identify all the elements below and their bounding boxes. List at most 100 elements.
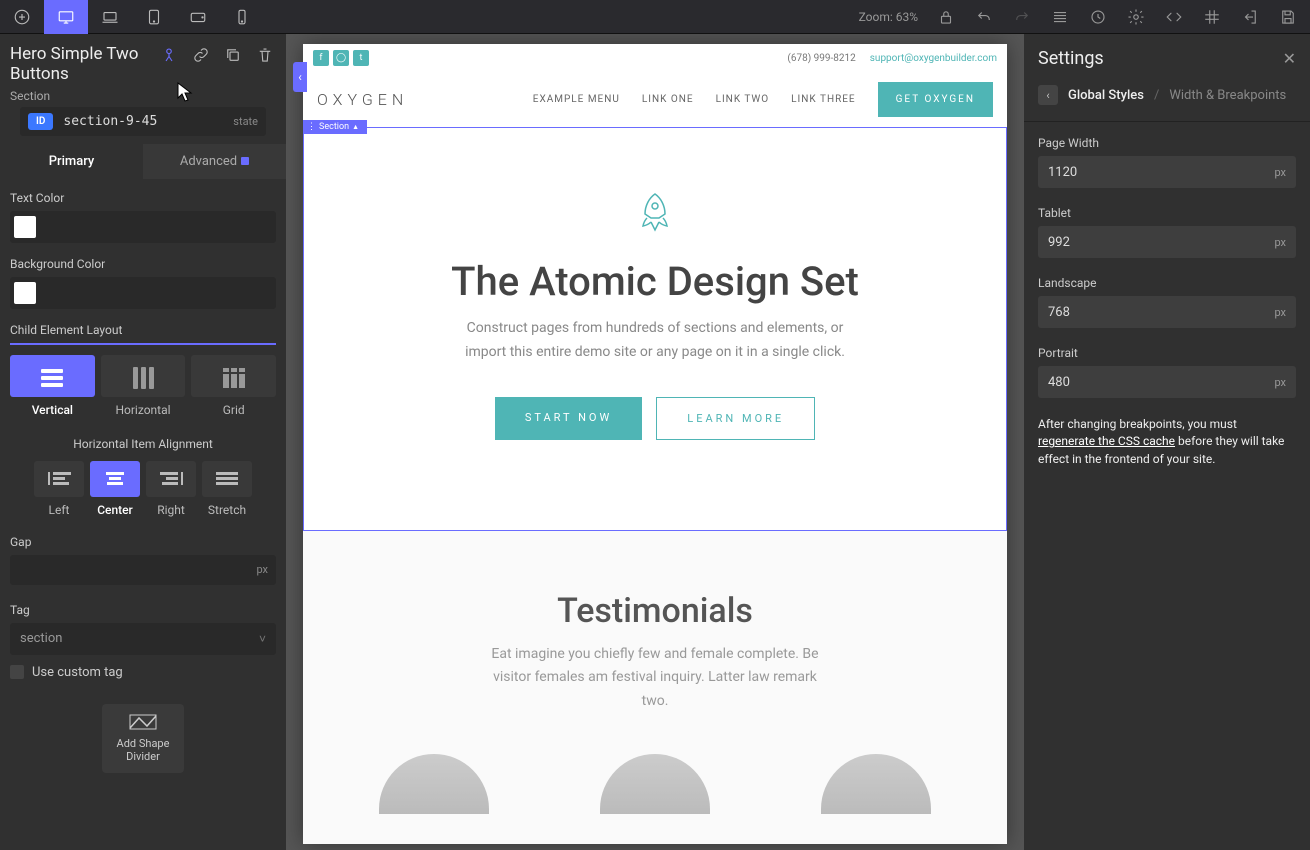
redo-icon[interactable]	[1012, 7, 1032, 27]
text-color-label: Text Color	[10, 191, 276, 205]
delete-icon[interactable]	[254, 44, 276, 66]
canvas-area[interactable]: ‹ f ◯ t (678) 999-8212 support@oxygenbui…	[286, 34, 1024, 850]
layout-grid-button[interactable]	[191, 355, 276, 397]
testimonials-title[interactable]: Testimonials	[323, 591, 987, 631]
link-icon[interactable]	[190, 44, 212, 66]
bg-color-input[interactable]	[10, 277, 276, 309]
landscape-label: Landscape	[1038, 276, 1296, 290]
tablet-landscape-view-button[interactable]	[176, 0, 220, 34]
grid-icon[interactable]	[1202, 7, 1222, 27]
portrait-input[interactable]: 480px	[1038, 366, 1296, 398]
align-center-label: Center	[90, 503, 140, 517]
id-badge: ID	[28, 113, 53, 130]
code-icon[interactable]	[1164, 7, 1184, 27]
tablet-label: Tablet	[1038, 206, 1296, 220]
bg-color-label: Background Color	[10, 257, 276, 271]
avatar[interactable]	[600, 754, 710, 814]
undo-icon[interactable]	[974, 7, 994, 27]
testimonials-description[interactable]: Eat imagine you chiefly few and female c…	[485, 643, 825, 714]
gap-label: Gap	[10, 535, 276, 549]
tab-advanced[interactable]: Advanced	[143, 144, 286, 179]
settings-title: Settings	[1038, 48, 1104, 69]
desktop-view-button[interactable]	[44, 0, 88, 34]
left-panel: Hero Simple Two Buttons Section ID secti…	[0, 34, 286, 850]
tablet-view-button[interactable]	[132, 0, 176, 34]
align-right-button[interactable]	[146, 461, 196, 497]
align-right-label: Right	[146, 503, 196, 517]
breadcrumb-root[interactable]: Global Styles	[1068, 88, 1144, 103]
align-stretch-button[interactable]	[202, 461, 252, 497]
close-icon[interactable]: ✕	[1283, 49, 1296, 68]
text-color-input[interactable]	[10, 211, 276, 243]
hero-title[interactable]: The Atomic Design Set	[324, 258, 986, 305]
settings-icon[interactable]	[1126, 7, 1146, 27]
element-title: Hero Simple Two Buttons	[10, 44, 158, 85]
tab-primary[interactable]: Primary	[0, 144, 143, 179]
nav-link-3[interactable]: LINK THREE	[791, 94, 855, 105]
nav-link-1[interactable]: LINK ONE	[642, 94, 694, 105]
facebook-icon[interactable]: f	[313, 50, 329, 66]
selector-input[interactable]: ID section-9-45 state	[20, 107, 266, 136]
testimonials-section[interactable]: Testimonials Eat imagine you chiefly few…	[303, 531, 1007, 844]
save-icon[interactable]	[1278, 7, 1298, 27]
cta-button[interactable]: GET OXYGEN	[878, 82, 993, 117]
preview-topbar: f ◯ t (678) 999-8212 support@oxygenbuild…	[303, 44, 1007, 72]
rocket-icon	[324, 188, 986, 246]
logo[interactable]: OXYGEN	[317, 90, 408, 109]
history-icon[interactable]	[1088, 7, 1108, 27]
add-shape-divider-button[interactable]: Add Shape Divider	[102, 704, 184, 773]
twitter-icon[interactable]: t	[353, 50, 369, 66]
landscape-input[interactable]: 768px	[1038, 296, 1296, 328]
selector-name: section-9-45	[63, 114, 157, 129]
page-width-label: Page Width	[1038, 136, 1296, 150]
hero-description[interactable]: Construct pages from hundreds of section…	[465, 317, 845, 365]
align-center-button[interactable]	[90, 461, 140, 497]
tag-select[interactable]: section	[10, 623, 276, 655]
hero-section[interactable]: ⋮Section▲ The Atomic Design Set Construc…	[303, 127, 1007, 531]
start-now-button[interactable]: START NOW	[495, 397, 642, 440]
portrait-label: Portrait	[1038, 346, 1296, 360]
element-subtype: Section	[10, 89, 158, 103]
instagram-icon[interactable]: ◯	[333, 50, 349, 66]
duplicate-icon[interactable]	[222, 44, 244, 66]
use-custom-tag-checkbox[interactable]	[10, 665, 24, 679]
tag-label: Tag	[10, 603, 276, 617]
nav-link-2[interactable]: LINK TWO	[716, 94, 770, 105]
gap-input[interactable]: px	[10, 555, 276, 585]
add-element-button[interactable]	[0, 0, 44, 34]
layout-grid-label: Grid	[191, 403, 276, 417]
layout-horizontal-button[interactable]	[101, 355, 186, 397]
page-canvas[interactable]: ‹ f ◯ t (678) 999-8212 support@oxygenbui…	[303, 44, 1007, 844]
layout-vertical-button[interactable]	[10, 355, 95, 397]
breadcrumb-current: Width & Breakpoints	[1169, 88, 1286, 103]
contact-phone[interactable]: (678) 999-8212	[787, 53, 855, 64]
structure-icon[interactable]	[1050, 7, 1070, 27]
section-badge[interactable]: ⋮Section▲	[303, 120, 367, 134]
align-left-button[interactable]	[34, 461, 84, 497]
top-toolbar: Zoom: 63%	[0, 0, 1310, 34]
learn-more-button[interactable]: LEARN MORE	[656, 397, 815, 440]
canvas-collapse-handle[interactable]: ‹	[293, 62, 307, 92]
zoom-label[interactable]: Zoom: 63%	[859, 10, 918, 24]
tablet-input[interactable]: 992px	[1038, 226, 1296, 258]
contact-email[interactable]: support@oxygenbuilder.com	[870, 53, 997, 64]
align-left-label: Left	[34, 503, 84, 517]
selector-icon[interactable]	[158, 44, 180, 66]
nav-link-0[interactable]: EXAMPLE MENU	[533, 94, 620, 105]
state-label[interactable]: state	[233, 115, 258, 128]
h-align-heading: Horizontal Item Alignment	[10, 437, 276, 451]
use-custom-tag-row[interactable]: Use custom tag	[10, 665, 276, 680]
exit-icon[interactable]	[1240, 7, 1260, 27]
laptop-view-button[interactable]	[88, 0, 132, 34]
child-layout-label: Child Element Layout	[10, 323, 276, 337]
page-width-input[interactable]: 1120px	[1038, 156, 1296, 188]
regenerate-cache-link[interactable]: regenerate the CSS cache	[1038, 434, 1175, 448]
phone-view-button[interactable]	[220, 0, 264, 34]
breadcrumb: ‹ Global Styles / Width & Breakpoints	[1024, 79, 1310, 122]
layout-horizontal-label: Horizontal	[101, 403, 186, 417]
avatar[interactable]	[821, 754, 931, 814]
layout-vertical-label: Vertical	[10, 403, 95, 417]
lock-icon[interactable]	[936, 7, 956, 27]
breadcrumb-back-icon[interactable]: ‹	[1038, 85, 1058, 105]
avatar[interactable]	[379, 754, 489, 814]
